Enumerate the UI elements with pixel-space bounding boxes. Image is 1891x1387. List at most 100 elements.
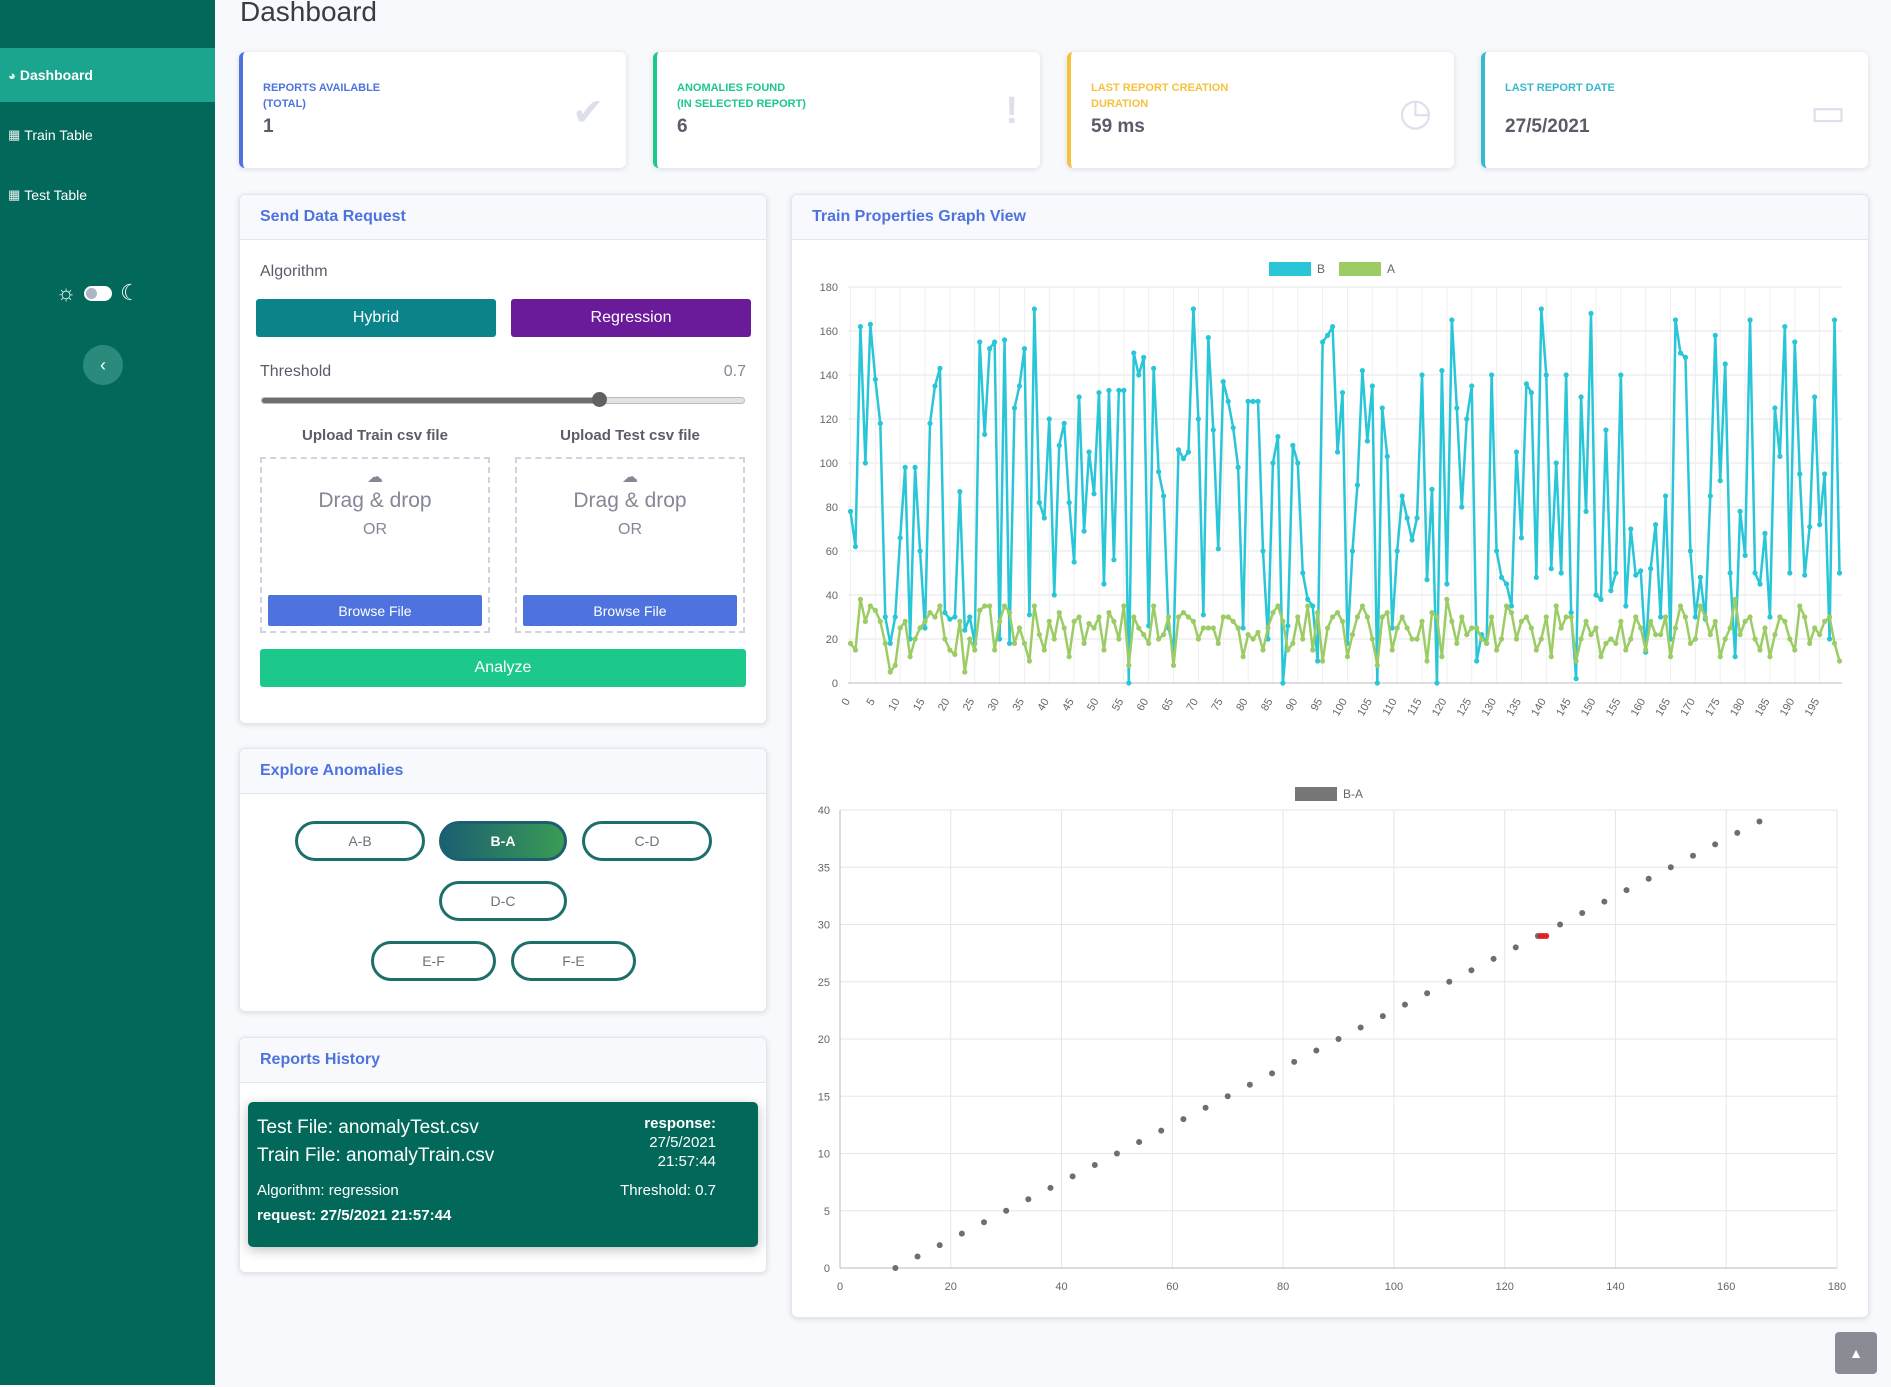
data-point-b — [1822, 471, 1828, 477]
browse-train-button[interactable]: Browse File — [268, 595, 482, 626]
x-tick-label: 110 — [1381, 697, 1400, 718]
data-point-a — [1111, 618, 1117, 624]
scroll-to-top-button[interactable]: ▲ — [1835, 1332, 1877, 1374]
data-point-b — [1026, 612, 1033, 618]
sidebar-item-dashboard[interactable]: ◕ Dashboard — [0, 48, 215, 102]
sidebar-item-train-table[interactable]: ▦ Train Table — [0, 108, 215, 162]
data-point-b — [1831, 317, 1838, 323]
data-point-a — [977, 607, 983, 613]
threshold-slider-fill — [262, 398, 600, 403]
data-point-a — [1767, 654, 1773, 660]
data-point-a — [1518, 618, 1525, 624]
data-point-b — [1553, 460, 1559, 466]
data-point-a — [1469, 625, 1475, 631]
pill-d-c[interactable]: D-C — [439, 881, 567, 921]
test-dropzone[interactable]: ☁ Drag & drop OR Browse File — [515, 457, 745, 633]
data-point-a — [1533, 647, 1539, 653]
browse-test-button[interactable]: Browse File — [523, 595, 737, 626]
sidebar: ◕ Dashboard ▦ Train Table ▦ Test Table ☼… — [0, 0, 215, 1385]
data-point-a — [1434, 614, 1440, 620]
data-point-a — [1787, 636, 1793, 642]
data-point-b — [902, 464, 908, 470]
x-tick-label: 160 — [1717, 1281, 1735, 1293]
theme-switch[interactable] — [84, 285, 113, 301]
theme-toggle[interactable]: ☼ ☾ — [56, 280, 140, 306]
scatter-point — [1091, 1161, 1098, 1168]
scatter-point — [1601, 898, 1608, 905]
x-tick-label: 145 — [1554, 697, 1574, 719]
data-point-b — [1469, 383, 1475, 389]
x-tick-label: 65 — [1160, 697, 1177, 714]
analyze-button[interactable]: Analyze — [260, 649, 746, 687]
x-tick-label: 100 — [1331, 697, 1351, 719]
stat-card-reports: Reports Available (Total) 1 ✔ — [239, 52, 626, 168]
data-point-b — [1777, 453, 1783, 459]
stat-label: Last Report Creation Duration — [1091, 82, 1229, 110]
data-point-b — [982, 431, 988, 437]
data-point-a — [1523, 614, 1530, 620]
regression-button[interactable]: Regression — [511, 299, 751, 337]
x-tick-label: 20 — [945, 1281, 957, 1293]
data-point-b — [1662, 493, 1669, 499]
data-point-a — [1802, 614, 1808, 620]
data-point-a — [1280, 618, 1286, 624]
y-tick-label: 80 — [826, 502, 838, 514]
data-point-b — [872, 376, 878, 382]
graph-card: Train Properties Graph View 0 20 40 60 80 100… — [791, 194, 1869, 1318]
pill-e-f[interactable]: E-F — [371, 941, 496, 981]
data-point-b — [1180, 456, 1187, 462]
scatter-point — [1490, 955, 1497, 962]
threshold-value: 0.7 — [723, 363, 746, 380]
legend-label: B-A — [1343, 787, 1363, 801]
scatter-point — [1756, 818, 1763, 825]
data-point-b — [1046, 416, 1052, 422]
data-point-b — [1653, 522, 1659, 528]
page-title: Dashboard — [240, 0, 377, 27]
scatter-point — [1246, 1081, 1253, 1088]
data-point-a — [1508, 610, 1515, 616]
data-point-b — [1106, 387, 1112, 393]
train-dropzone[interactable]: ☁ Drag & drop OR Browse File — [260, 457, 490, 633]
pill-a-b[interactable]: A-B — [295, 821, 425, 861]
data-point-b — [1563, 372, 1569, 378]
data-point-b — [1011, 405, 1018, 411]
table-icon: ▦ — [8, 187, 21, 202]
x-tick-label: 0 — [837, 1281, 843, 1293]
data-point-b — [1533, 574, 1539, 580]
data-point-b — [1578, 394, 1584, 400]
data-point-b — [1697, 574, 1703, 580]
hybrid-button[interactable]: Hybrid — [256, 299, 496, 337]
pill-f-e[interactable]: F-E — [511, 941, 636, 981]
data-point-a — [877, 618, 883, 624]
sidebar-collapse-button[interactable]: ‹ — [83, 345, 123, 385]
data-point-b — [1638, 568, 1644, 574]
pill-c-d[interactable]: C-D — [582, 821, 712, 861]
pill-b-a[interactable]: B-A — [439, 821, 567, 861]
data-point-b — [992, 339, 998, 345]
data-point-b — [1374, 680, 1380, 686]
data-point-b — [1116, 387, 1122, 393]
data-point-a — [1479, 636, 1485, 642]
data-point-b — [1677, 350, 1684, 356]
data-point-a — [952, 651, 958, 657]
sidebar-item-test-table[interactable]: ▦ Test Table — [0, 168, 215, 222]
data-point-b — [1648, 566, 1654, 572]
report-response: response: 27/5/2021 21:57:44 — [644, 1114, 716, 1171]
threshold-slider-thumb[interactable] — [592, 392, 608, 407]
data-point-b — [1021, 346, 1028, 352]
threshold-slider[interactable] — [261, 392, 745, 407]
data-point-b — [1623, 603, 1629, 609]
data-point-a — [1141, 632, 1147, 638]
y-tick-label: 0 — [832, 678, 838, 690]
data-point-a — [1817, 632, 1823, 638]
data-point-b — [1394, 548, 1400, 554]
data-point-a — [1265, 625, 1271, 631]
data-point-b — [1682, 354, 1689, 360]
x-tick-label: 35 — [1011, 697, 1028, 714]
report-item[interactable]: Test File: anomalyTest.csv Train File: a… — [248, 1102, 758, 1247]
data-point-b — [1285, 623, 1291, 629]
data-point-b — [1817, 522, 1823, 528]
data-point-a — [1772, 632, 1778, 638]
data-point-a — [1146, 640, 1152, 646]
data-point-a — [882, 640, 888, 646]
